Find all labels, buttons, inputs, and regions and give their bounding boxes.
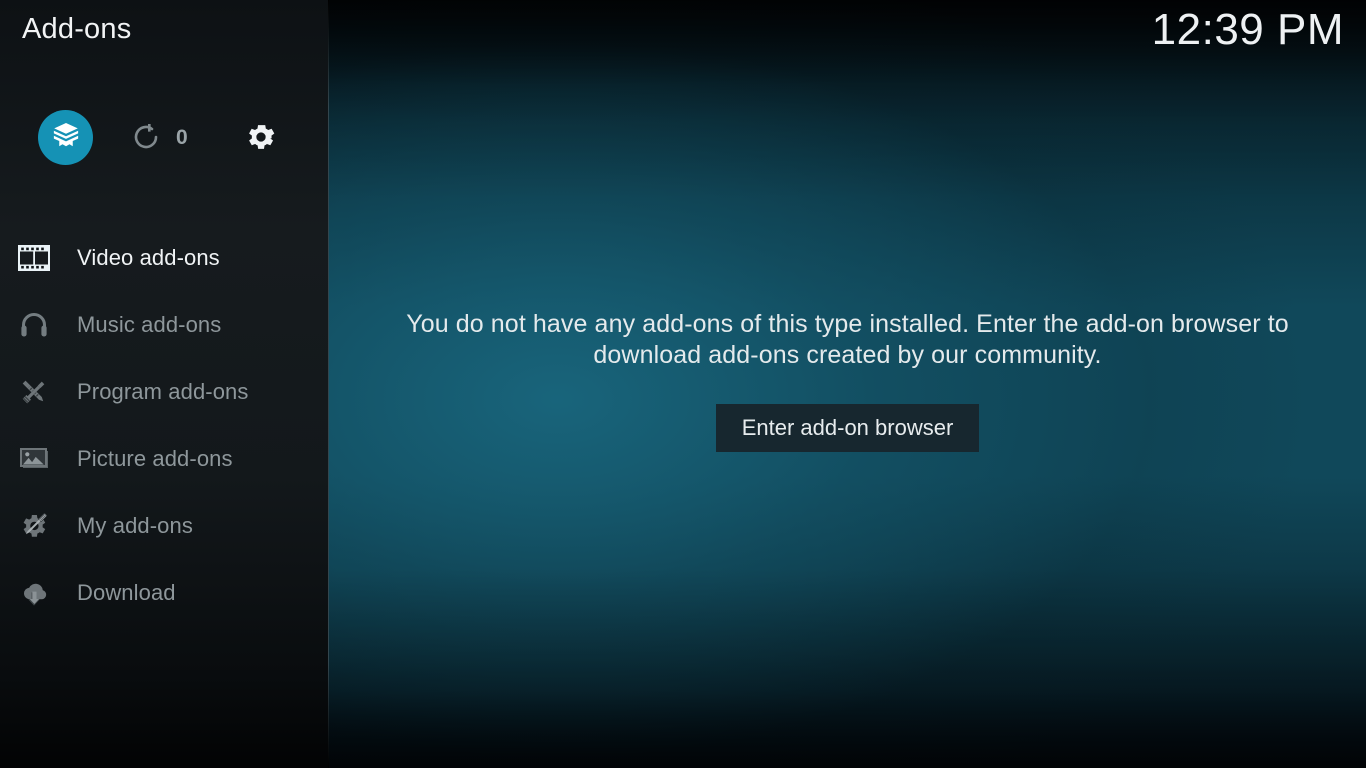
page-title: Add-ons xyxy=(22,13,132,45)
film-strip-icon xyxy=(16,241,52,275)
sidebar-item-music-addons[interactable]: Music add-ons xyxy=(0,291,328,358)
picture-icon xyxy=(16,442,52,476)
sidebar-item-program-addons[interactable]: Program add-ons xyxy=(0,358,328,425)
refresh-button[interactable] xyxy=(130,123,162,155)
sidebar-item-video-addons[interactable]: Video add-ons xyxy=(0,224,328,291)
sidebar-toolbar: 0 xyxy=(0,110,328,168)
empty-state-panel: You do not have any add-ons of this type… xyxy=(329,0,1366,768)
sidebar: Add-ons 0 Video add-ons Music add-ons Pr… xyxy=(0,0,328,768)
sidebar-divider xyxy=(328,0,329,768)
pencil-wrench-icon xyxy=(16,375,52,409)
refresh-icon xyxy=(131,122,161,157)
sidebar-item-picture-addons[interactable]: Picture add-ons xyxy=(0,425,328,492)
gear-icon xyxy=(244,120,278,159)
sidebar-item-label: Picture add-ons xyxy=(77,445,233,471)
sidebar-item-download[interactable]: Download xyxy=(0,559,328,626)
gear-screwdriver-icon xyxy=(16,509,52,543)
sidebar-item-label: Program add-ons xyxy=(77,378,249,404)
clock: 12:39 PM xyxy=(1151,5,1344,54)
cloud-download-icon xyxy=(16,576,52,610)
sidebar-item-label: Download xyxy=(77,579,176,605)
box-icon xyxy=(51,120,81,155)
sidebar-item-my-addons[interactable]: My add-ons xyxy=(0,492,328,559)
sidebar-item-label: Video add-ons xyxy=(77,244,220,270)
settings-button[interactable] xyxy=(242,121,279,158)
addon-browser-button[interactable] xyxy=(38,110,93,165)
sidebar-menu: Video add-ons Music add-ons Program add-… xyxy=(0,224,328,626)
headphones-icon xyxy=(16,308,52,342)
refresh-count: 0 xyxy=(176,126,188,149)
sidebar-item-label: Music add-ons xyxy=(77,311,222,337)
sidebar-item-label: My add-ons xyxy=(77,512,193,538)
enter-addon-browser-button[interactable]: Enter add-on browser xyxy=(715,403,980,452)
kodi-addons-screen: You do not have any add-ons of this type… xyxy=(0,0,1366,768)
empty-state-message: You do not have any add-ons of this type… xyxy=(406,309,1289,370)
